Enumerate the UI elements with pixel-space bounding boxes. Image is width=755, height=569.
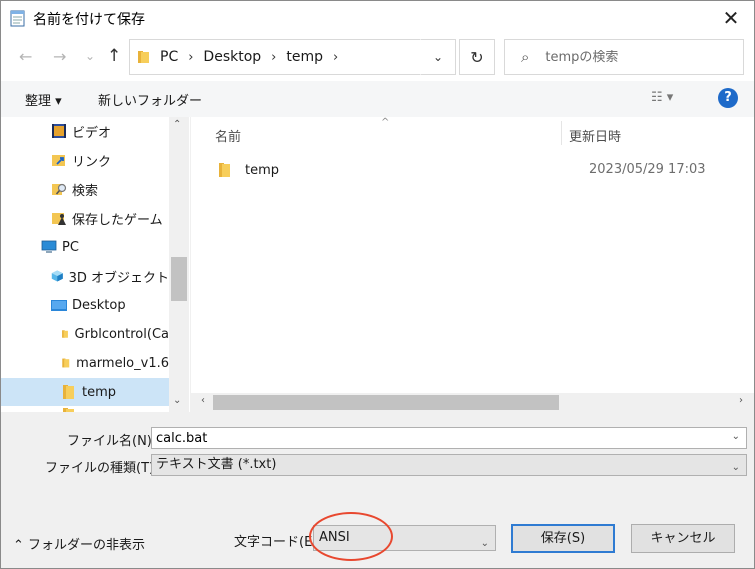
address-dropdown-button[interactable]: ⌄	[420, 39, 456, 75]
folder-icon	[63, 408, 74, 412]
cancel-button[interactable]: キャンセル	[631, 524, 735, 553]
video-icon	[52, 124, 66, 138]
saved-games-icon	[52, 213, 66, 225]
nav-item-searches[interactable]: 検索	[51, 175, 169, 203]
filename-label: ファイル名(N):	[67, 434, 157, 449]
nav-item-saved-games[interactable]: 保存したゲーム	[51, 204, 169, 232]
new-folder-button[interactable]: 新しいフォルダー	[98, 90, 202, 109]
chevron-down-icon: ⌄	[432, 50, 444, 64]
recent-locations-chevron-icon[interactable]: ⌄	[85, 49, 95, 63]
nav-item-label: リンク	[72, 154, 112, 170]
3d-objects-icon	[51, 270, 63, 282]
nav-item-label: Desktop	[72, 297, 126, 313]
organize-menu-button[interactable]: 整理 ▾	[25, 90, 62, 109]
link-folder-icon	[52, 155, 65, 166]
scrollbar-thumb[interactable]	[213, 395, 559, 410]
encoding-label: 文字コード(E):	[234, 535, 322, 550]
nav-item-label: 3D オブジェクト	[68, 270, 169, 286]
window-title: 名前を付けて保存	[33, 12, 145, 28]
nav-item-marmelo[interactable]: marmelo_v1.6	[61, 349, 169, 377]
nav-item-videos[interactable]: ビデオ	[51, 117, 169, 145]
navigation-pane[interactable]: ビデオ リンク 検索 保存したゲーム PC 3D オブジェクト Desktop …	[1, 117, 190, 412]
folder-icon	[62, 358, 70, 368]
column-header-date-modified[interactable]: 更新日時	[569, 126, 621, 145]
nav-item-links[interactable]: リンク	[51, 146, 169, 174]
close-icon: ✕	[722, 6, 740, 30]
filetype-select[interactable]: テキスト文書 (*.txt) ⌄	[151, 454, 747, 476]
hide-folders-toggle[interactable]: ⌃ フォルダーの非表示	[13, 534, 145, 553]
nav-item-label: 検索	[72, 183, 99, 199]
close-button[interactable]: ✕	[708, 1, 754, 35]
folder-icon	[138, 51, 149, 63]
folder-icon	[63, 385, 74, 399]
notepad-icon	[10, 10, 25, 27]
filename-combobox[interactable]: ⌄	[151, 427, 747, 449]
encoding-select[interactable]: ANSI ⌄	[313, 525, 496, 551]
nav-item-label: marmelo_v1.6	[76, 355, 169, 371]
nav-item-3d-objects[interactable]: 3D オブジェクト	[51, 262, 169, 290]
search-icon: ⌕	[521, 48, 530, 66]
filetype-value: テキスト文書 (*.txt)	[156, 457, 277, 472]
breadcrumb-pc[interactable]: PC	[160, 49, 178, 65]
chevron-down-icon[interactable]: ⌄	[732, 431, 740, 442]
file-list[interactable]: ^ 名前 更新日時 temp 2023/05/29 17:03	[191, 117, 754, 412]
nav-item-grblcontrol[interactable]: Grblcontrol(Ca	[61, 320, 169, 348]
help-icon[interactable]: ?	[718, 88, 738, 108]
file-date-modified: 2023/05/29 17:03	[589, 162, 706, 177]
folder-icon	[62, 330, 68, 338]
back-arrow-icon[interactable]: ←	[19, 47, 32, 66]
breadcrumb-desktop[interactable]: Desktop	[203, 49, 261, 65]
breadcrumb-separator[interactable]: ›	[333, 50, 338, 65]
scroll-down-icon[interactable]: ⌄	[173, 395, 181, 406]
view-options-button[interactable]: ☷ ▾	[651, 90, 673, 105]
chevron-down-icon: ⌄	[480, 538, 489, 549]
filename-input[interactable]	[152, 428, 722, 448]
nav-item-label: PC	[62, 239, 79, 255]
search-input[interactable]	[545, 49, 716, 65]
search-box[interactable]: ⌕	[504, 39, 744, 75]
folder-icon	[219, 163, 230, 177]
nav-item-label: temp	[82, 384, 117, 400]
save-button[interactable]: 保存(S)	[511, 524, 615, 553]
scroll-left-icon[interactable]: ‹	[201, 395, 205, 406]
navigation-bar: ← → ⌄ ↑ PC › Desktop › temp › ⌄ ↻ ⌕	[1, 35, 754, 81]
refresh-button[interactable]: ↻	[459, 39, 495, 75]
refresh-icon: ↻	[470, 47, 484, 67]
filetype-label: ファイルの種類(T):	[45, 461, 159, 476]
scroll-up-icon[interactable]: ⌃	[173, 119, 181, 130]
nav-item-desktop[interactable]: Desktop	[51, 291, 169, 319]
breadcrumb-separator[interactable]: ›	[271, 50, 276, 65]
chevron-down-icon: ⌄	[731, 462, 740, 473]
address-bar[interactable]: PC › Desktop › temp ›	[129, 39, 456, 75]
nav-item-temp[interactable]: temp	[1, 378, 169, 406]
breadcrumb-temp[interactable]: temp	[286, 49, 323, 65]
column-header-name[interactable]: 名前	[215, 126, 241, 145]
nav-item-label: Grblcontrol(Ca	[74, 326, 169, 342]
encoding-value: ANSI	[319, 530, 350, 545]
scrollbar-thumb[interactable]	[171, 257, 187, 301]
save-as-dialog: 名前を付けて保存 ✕ ← → ⌄ ↑ PC › Desktop › temp ›…	[0, 0, 755, 569]
command-toolbar: 整理 ▾ 新しいフォルダー ☷ ▾ ?	[1, 81, 754, 117]
file-row-temp[interactable]: temp 2023/05/29 17:03	[211, 157, 741, 183]
scroll-right-icon[interactable]: ›	[739, 395, 743, 406]
nav-item-pc[interactable]: PC	[41, 233, 169, 261]
file-name: temp	[245, 162, 280, 178]
desktop-icon	[51, 300, 67, 311]
title-bar: 名前を付けて保存 ✕	[1, 1, 754, 35]
filelist-horizontal-scrollbar[interactable]: ‹ ›	[191, 393, 754, 412]
nav-item-label: 保存したゲーム	[72, 212, 163, 228]
column-divider[interactable]	[561, 121, 562, 145]
breadcrumb-separator[interactable]: ›	[188, 50, 193, 65]
up-arrow-icon[interactable]: ↑	[107, 46, 121, 66]
navpane-vertical-scrollbar[interactable]: ⌃ ⌄	[169, 117, 189, 412]
forward-arrow-icon[interactable]: →	[53, 47, 66, 66]
sort-ascending-icon: ^	[381, 117, 390, 128]
pc-icon	[41, 240, 57, 253]
nav-item-label: ビデオ	[72, 125, 112, 141]
search-folder-icon	[52, 183, 67, 195]
